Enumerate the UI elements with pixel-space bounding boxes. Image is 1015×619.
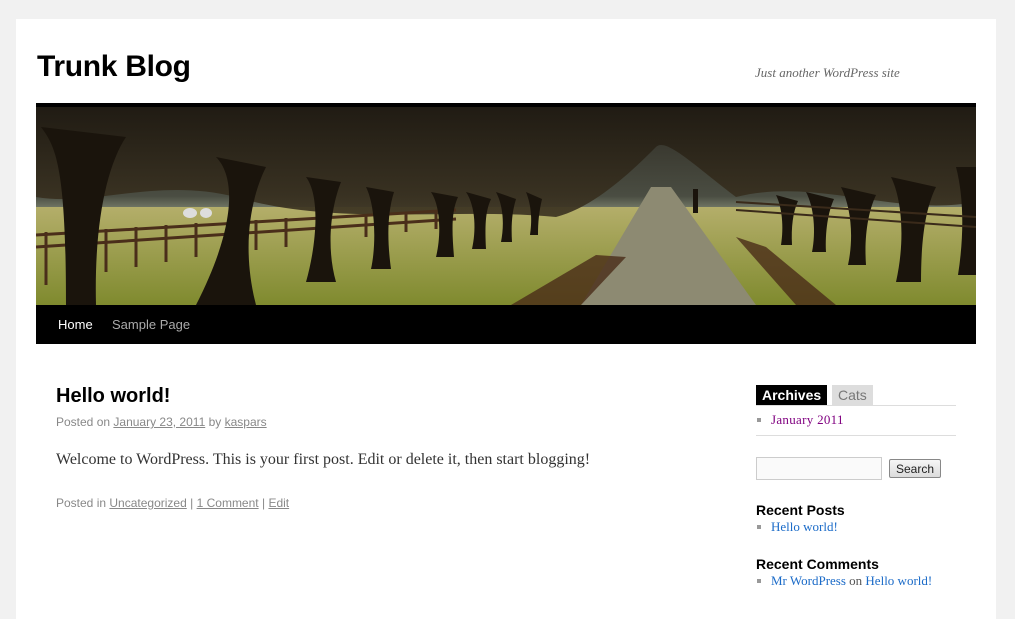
list-item: Hello world! [756,519,838,535]
comment-post-link[interactable]: Hello world! [865,573,932,588]
on-label: on [849,573,863,588]
sidebar-tabs: Archives Cats [756,385,956,406]
comments-link[interactable]: 1 Comment [197,496,259,510]
posted-in-label: Posted in [56,496,107,510]
page: Trunk Blog Just another WordPress site H… [16,19,996,619]
edit-link[interactable]: Edit [268,496,289,510]
recent-comments-list: Mr WordPress on Hello world! [756,573,932,589]
search-input[interactable] [756,457,882,480]
bullet-icon [757,579,761,583]
post-meta: Posted on January 23, 2011 by kaspars [56,415,267,429]
by-label: by [208,415,222,429]
recent-comments-title: Recent Comments [756,556,879,572]
archive-link[interactable]: January 2011 [771,412,844,427]
bullet-icon [757,418,761,422]
category-link[interactable]: Uncategorized [109,496,186,510]
recent-posts-list: Hello world! [756,519,838,535]
divider [756,435,956,436]
recent-posts-title: Recent Posts [756,502,845,518]
search-button[interactable]: Search [889,459,941,478]
post-content: Welcome to WordPress. This is your first… [56,451,591,468]
tab-archives[interactable]: Archives [756,385,828,405]
archive-list: January 2011 [756,412,844,428]
list-item: Mr WordPress on Hello world! [756,573,932,589]
recent-post-link[interactable]: Hello world! [771,519,838,534]
post-title[interactable]: Hello world! [56,385,170,408]
header-image [36,103,976,309]
comment-author-link[interactable]: Mr WordPress [771,573,846,588]
site-description: Just another WordPress site [755,65,900,80]
posted-on-label: Posted on [56,415,111,429]
main-navigation: Home Sample Page [36,305,976,344]
separator: | [261,496,266,510]
tab-cats[interactable]: Cats [832,385,873,405]
post-date-link[interactable]: January 23, 2011 [113,415,205,429]
nav-item-sample-page[interactable]: Sample Page [112,317,190,332]
header-image-graphic [36,107,976,305]
post-utility: Posted in Uncategorized | 1 Comment | Ed… [56,496,289,510]
bullet-icon [757,525,761,529]
author-link[interactable]: kaspars [225,415,267,429]
site-title[interactable]: Trunk Blog [37,50,191,84]
separator: | [190,496,194,510]
nav-item-home[interactable]: Home [58,317,93,332]
list-item: January 2011 [756,412,844,428]
